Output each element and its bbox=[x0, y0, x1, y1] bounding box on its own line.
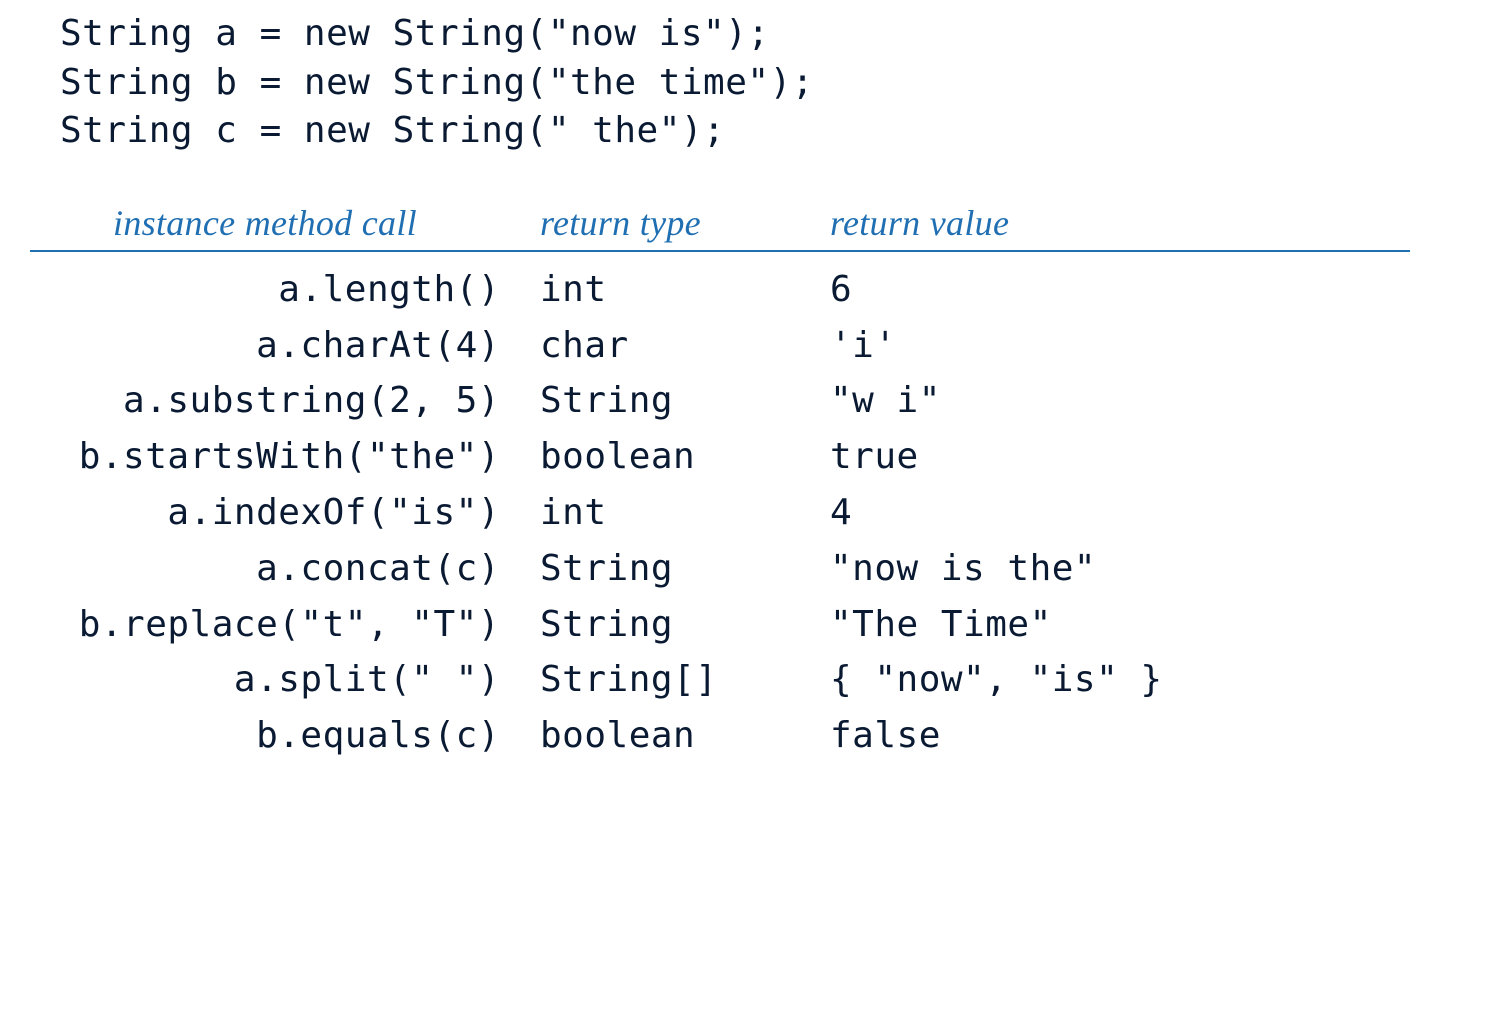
header-return-value: return value bbox=[830, 202, 1476, 244]
table-row: a.split(" ") String[] { "now", "is" } bbox=[30, 652, 1476, 708]
cell-method-call: b.startsWith("the") bbox=[30, 429, 540, 485]
cell-method-call: a.substring(2, 5) bbox=[30, 373, 540, 429]
header-return-type: return type bbox=[540, 202, 830, 244]
cell-method-call: a.indexOf("is") bbox=[30, 485, 540, 541]
cell-return-value: "now is the" bbox=[830, 541, 1476, 597]
table-row: a.charAt(4) char 'i' bbox=[30, 318, 1476, 374]
cell-return-value: { "now", "is" } bbox=[830, 652, 1476, 708]
cell-return-type: String bbox=[540, 541, 830, 597]
cell-return-type: boolean bbox=[540, 708, 830, 764]
header-rule bbox=[30, 250, 1410, 252]
cell-return-value: true bbox=[830, 429, 1476, 485]
table-row: a.concat(c) String "now is the" bbox=[30, 541, 1476, 597]
cell-return-value: "The Time" bbox=[830, 597, 1476, 653]
cell-return-type: char bbox=[540, 318, 830, 374]
header-instance-method-call: instance method call bbox=[30, 202, 540, 244]
cell-return-value: "w i" bbox=[830, 373, 1476, 429]
cell-method-call: a.concat(c) bbox=[30, 541, 540, 597]
cell-return-value: 6 bbox=[830, 262, 1476, 318]
table-row: a.indexOf("is") int 4 bbox=[30, 485, 1476, 541]
table-row: a.length() int 6 bbox=[30, 262, 1476, 318]
cell-method-call: b.equals(c) bbox=[30, 708, 540, 764]
cell-return-type: String bbox=[540, 373, 830, 429]
cell-return-type: int bbox=[540, 485, 830, 541]
cell-return-type: boolean bbox=[540, 429, 830, 485]
method-table: instance method call return type return … bbox=[30, 202, 1476, 764]
table-row: b.startsWith("the") boolean true bbox=[30, 429, 1476, 485]
code-line: String c = new String(" the"); bbox=[60, 107, 1476, 156]
cell-return-type: String[] bbox=[540, 652, 830, 708]
cell-return-type: int bbox=[540, 262, 830, 318]
cell-return-value: 4 bbox=[830, 485, 1476, 541]
table-row: b.equals(c) boolean false bbox=[30, 708, 1476, 764]
cell-method-call: a.length() bbox=[30, 262, 540, 318]
code-line: String b = new String("the time"); bbox=[60, 59, 1476, 108]
cell-return-type: String bbox=[540, 597, 830, 653]
code-block: String a = new String("now is"); String … bbox=[60, 10, 1476, 156]
table-row: b.replace("t", "T") String "The Time" bbox=[30, 597, 1476, 653]
cell-return-value: 'i' bbox=[830, 318, 1476, 374]
cell-method-call: b.replace("t", "T") bbox=[30, 597, 540, 653]
table-header-row: instance method call return type return … bbox=[30, 202, 1476, 250]
code-line: String a = new String("now is"); bbox=[60, 10, 1476, 59]
page-content: String a = new String("now is"); String … bbox=[0, 0, 1506, 764]
cell-return-value: false bbox=[830, 708, 1476, 764]
table-row: a.substring(2, 5) String "w i" bbox=[30, 373, 1476, 429]
cell-method-call: a.charAt(4) bbox=[30, 318, 540, 374]
cell-method-call: a.split(" ") bbox=[30, 652, 540, 708]
